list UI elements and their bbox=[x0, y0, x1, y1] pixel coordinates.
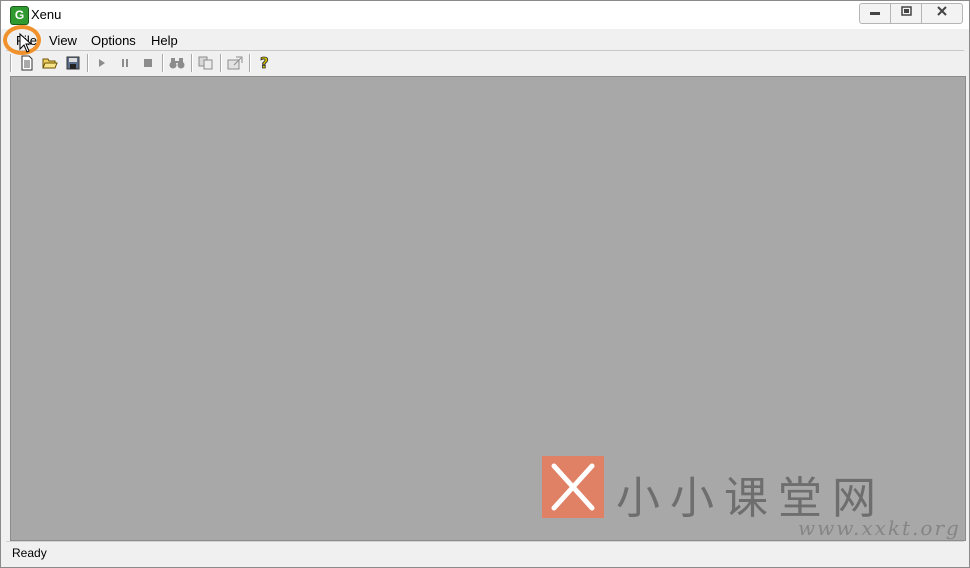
close-icon bbox=[937, 6, 947, 16]
window-controls bbox=[859, 3, 963, 24]
x-logo-icon bbox=[551, 463, 595, 511]
watermark-url: www.xxkt.org bbox=[798, 516, 961, 540]
pause-button[interactable] bbox=[115, 53, 135, 73]
properties-button[interactable] bbox=[225, 53, 245, 73]
toolbar-separator bbox=[191, 54, 193, 72]
menu-help[interactable]: Help bbox=[151, 33, 178, 48]
restore-icon bbox=[900, 6, 912, 16]
copy-button[interactable] bbox=[196, 53, 216, 73]
watermark: 小小课堂网 www.xxkt.org bbox=[542, 456, 959, 551]
find-binoculars-icon bbox=[169, 58, 185, 69]
help-button[interactable]: ? bbox=[255, 53, 275, 73]
open-folder-icon bbox=[42, 58, 58, 69]
menu-view[interactable]: View bbox=[49, 33, 77, 48]
toolbar-separator bbox=[87, 54, 89, 72]
pause-icon bbox=[122, 59, 128, 67]
svg-text:?: ? bbox=[260, 55, 269, 71]
status-text: Ready bbox=[12, 546, 47, 560]
toolbar-separator bbox=[162, 54, 164, 72]
title-bar: G Xenu bbox=[1, 1, 969, 29]
mouse-cursor-icon bbox=[19, 33, 33, 53]
toolbar-separator bbox=[249, 54, 251, 72]
play-icon bbox=[99, 59, 105, 67]
watermark-logo bbox=[542, 456, 604, 518]
toolbar: ? bbox=[6, 51, 964, 75]
open-button[interactable] bbox=[40, 53, 60, 73]
close-button[interactable] bbox=[921, 3, 963, 24]
properties-icon bbox=[227, 56, 243, 70]
toolbar-separator bbox=[220, 54, 222, 72]
minimize-button[interactable] bbox=[859, 3, 891, 24]
new-button[interactable] bbox=[17, 53, 37, 73]
menu-options[interactable]: Options bbox=[91, 33, 136, 48]
find-button[interactable] bbox=[167, 53, 187, 73]
start-button[interactable] bbox=[92, 53, 112, 73]
xenu-app-icon: G bbox=[10, 6, 29, 25]
minimize-icon bbox=[870, 12, 880, 15]
stop-icon bbox=[144, 59, 152, 67]
help-icon: ? bbox=[260, 55, 270, 71]
new-document-icon bbox=[21, 55, 33, 71]
save-button[interactable] bbox=[63, 53, 83, 73]
copy-icon bbox=[198, 56, 213, 70]
toolbar-separator bbox=[10, 54, 12, 72]
save-icon bbox=[66, 56, 80, 70]
menu-bar: File View Options Help bbox=[6, 31, 964, 51]
window-title: Xenu bbox=[31, 7, 62, 22]
stop-button[interactable] bbox=[138, 53, 158, 73]
restore-button[interactable] bbox=[890, 3, 922, 24]
